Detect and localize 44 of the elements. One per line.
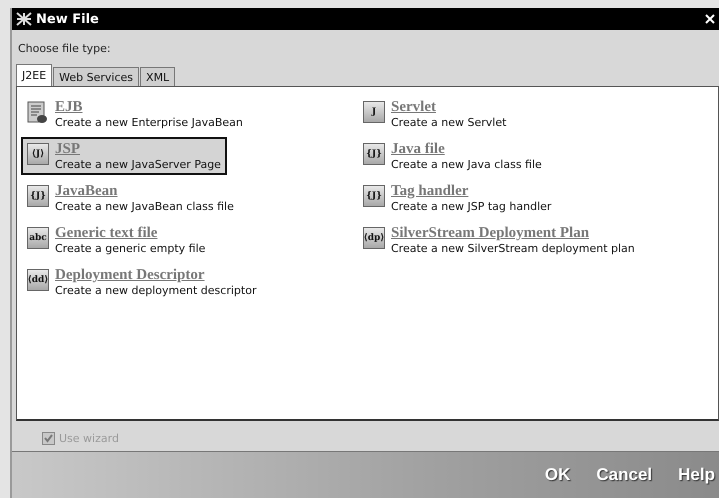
file-type-item[interactable]: ⟨dd⟩ Deployment Descriptor Create a new deployment descriptor: [21, 263, 262, 301]
file-type-name: EJB: [55, 99, 84, 116]
close-icon[interactable]: [705, 14, 715, 24]
file-type-icon: {J}: [363, 143, 385, 165]
tab[interactable]: XML: [140, 67, 176, 86]
window-title: New File: [36, 12, 100, 26]
tab[interactable]: J2EE: [16, 64, 52, 86]
file-type-description: Create a new Servlet: [391, 116, 506, 129]
file-type-name: Servlet: [391, 99, 437, 116]
file-type-name: JSP: [55, 141, 82, 158]
file-type-item[interactable]: abc Generic text file Create a generic empty file: [21, 221, 212, 259]
document-icon: [27, 101, 49, 125]
tab[interactable]: Web Services: [53, 67, 140, 86]
file-type-description: Create a new JavaServer Page: [55, 158, 221, 171]
file-type-icon: J: [363, 101, 385, 123]
file-type-description: Create a generic empty file: [55, 242, 206, 255]
file-type-icon: {J}: [27, 185, 49, 207]
file-type-name: Generic text file: [55, 225, 158, 242]
file-type-item[interactable]: ⟨dp⟩ SilverStream Deployment Plan Create a new SilverStream deployment plan: [357, 221, 641, 259]
file-type-description: Create a new Enterprise JavaBean: [55, 116, 243, 129]
file-type-description: Create a new JSP tag handler: [391, 200, 552, 213]
file-type-icon: ⟨dp⟩: [363, 227, 385, 249]
file-type-icon: abc: [27, 227, 49, 249]
file-type-item[interactable]: {J} Tag handler Create a new JSP tag handler: [357, 179, 558, 217]
file-type-name: SilverStream Deployment Plan: [391, 225, 590, 242]
file-type-name: JavaBean: [55, 183, 119, 200]
file-type-icon: {J}: [363, 185, 385, 207]
file-type-description: Create a new Java class file: [391, 158, 542, 171]
file-type-name: Java file: [391, 141, 446, 158]
file-type-name: Tag handler: [391, 183, 470, 200]
file-type-description: Create a new deployment descriptor: [55, 284, 256, 297]
file-type-item[interactable]: ⟨J⟩ JSP Create a new JavaServer Page: [21, 137, 227, 175]
file-type-description: Create a new JavaBean class file: [55, 200, 234, 213]
file-type-description: Create a new SilverStream deployment plan: [391, 242, 635, 255]
file-type-item[interactable]: J Servlet Create a new Servlet: [357, 95, 512, 133]
file-type-name: Deployment Descriptor: [55, 267, 206, 284]
file-type-icon: ⟨J⟩: [27, 143, 49, 165]
file-type-icon: ⟨dd⟩: [27, 269, 49, 291]
file-type-item[interactable]: EJB Create a new Enterprise JavaBean: [21, 95, 249, 133]
file-type-item[interactable]: {J} JavaBean Create a new JavaBean class file: [21, 179, 240, 217]
app-icon: [16, 12, 32, 26]
prompt-label: Choose file type:: [18, 42, 112, 55]
file-type-item[interactable]: {J} Java file Create a new Java class file: [357, 137, 548, 175]
checkbox-label: Use wizard: [59, 432, 119, 444]
